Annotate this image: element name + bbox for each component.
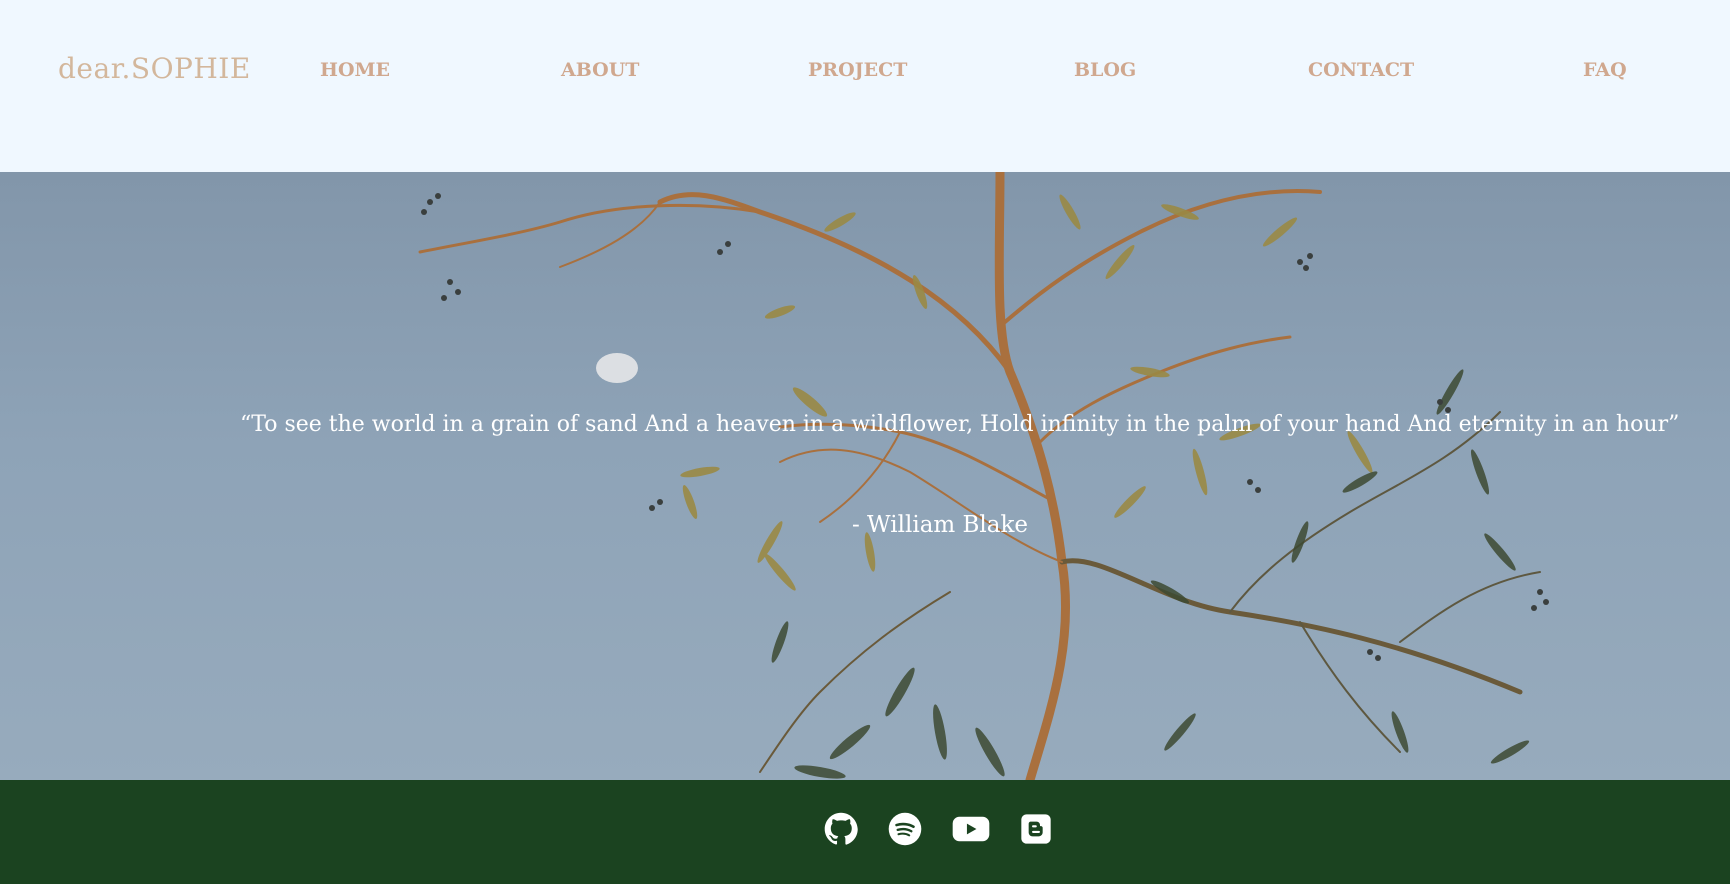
hero-banner: “To see the world in a grain of sand And… [0, 172, 1730, 780]
nav-home[interactable]: HOME [320, 59, 390, 81]
moon [596, 353, 638, 383]
hero-background-image [418, 172, 1549, 780]
spotify-icon[interactable] [888, 812, 924, 848]
nav-contact[interactable]: CONTACT [1308, 59, 1414, 81]
nav-project[interactable]: PROJECT [808, 59, 907, 81]
nav-about[interactable]: ABOUT [561, 59, 639, 81]
nav-blog[interactable]: BLOG [1074, 59, 1136, 81]
blogger-icon[interactable] [1020, 812, 1056, 848]
brand-logo-link[interactable]: dear.SOPHIE [58, 52, 251, 85]
quote-author: - William Blake [851, 512, 1029, 538]
site-header: dear.SOPHIE HOME ABOUT PROJECT BLOG CONT… [0, 0, 1730, 172]
hero-quote: “To see the world in a grain of sand And… [240, 412, 1680, 437]
site-footer [0, 780, 1730, 884]
nav-faq[interactable]: FAQ [1583, 59, 1627, 81]
github-icon[interactable] [824, 812, 860, 848]
youtube-icon[interactable] [952, 812, 992, 848]
